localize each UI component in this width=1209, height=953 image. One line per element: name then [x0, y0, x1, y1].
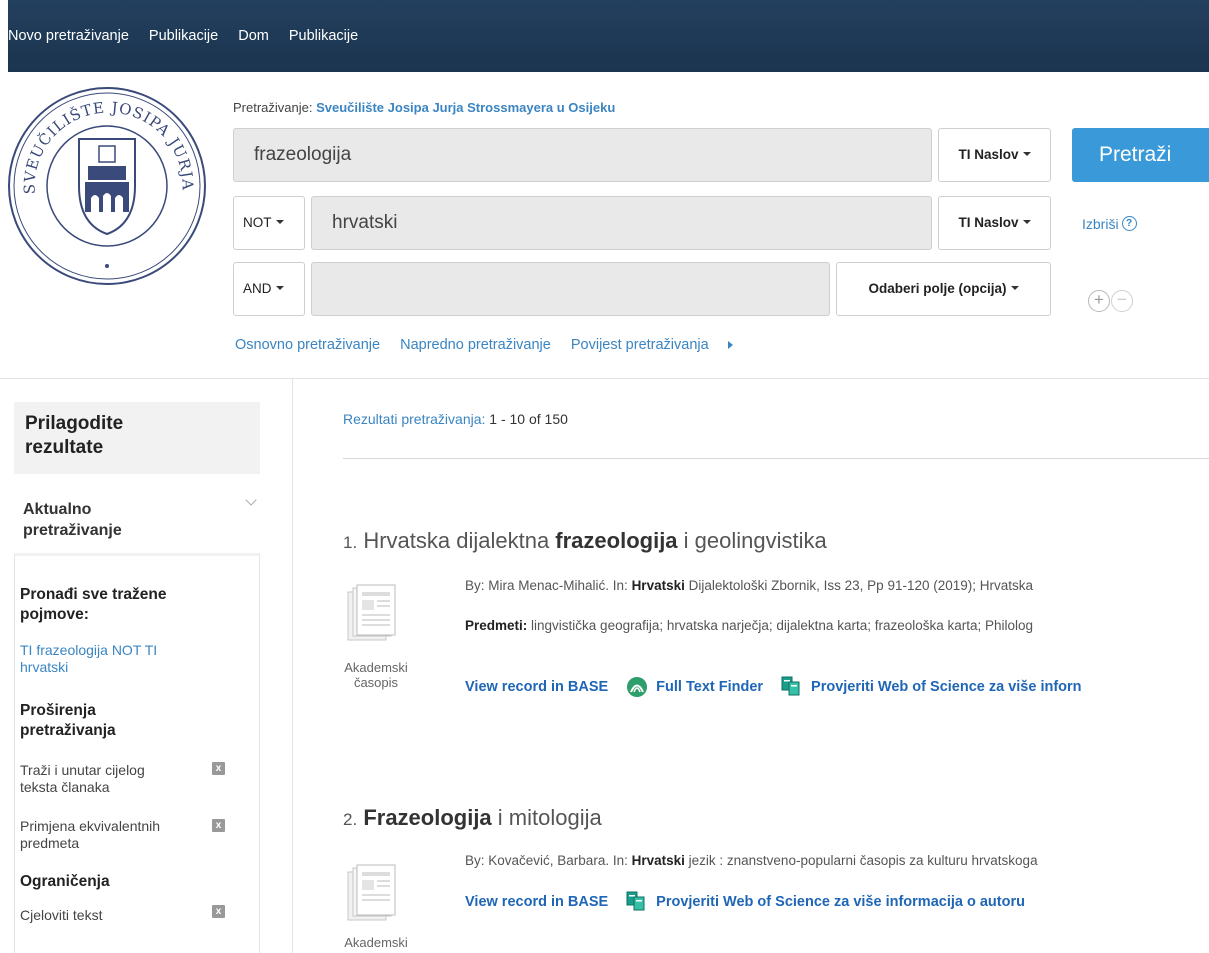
field-select-2[interactable]: TI Naslov — [938, 196, 1051, 250]
limiters-heading: Ograničenja — [20, 873, 110, 890]
top-navigation: Novo pretraživanje Publikacije Dom Publi… — [8, 0, 1209, 72]
chevron-down-icon — [275, 286, 284, 291]
search-source[interactable]: Sveučilište Josipa Jurja Strossmayera u … — [316, 100, 615, 115]
search-history-link[interactable]: Povijest pretraživanja — [571, 337, 749, 353]
search-input-3[interactable] — [311, 262, 830, 316]
remove-row-icon[interactable]: − — [1111, 290, 1133, 312]
divider — [0, 378, 1209, 379]
search-button[interactable]: Pretraži — [1072, 128, 1209, 182]
chevron-down-icon — [1022, 152, 1031, 157]
result-subjects-1: Predmeti: lingvistička geografija; hrvat… — [465, 618, 1034, 633]
field-select-3[interactable]: Odaberi polje (opcija) — [836, 262, 1051, 316]
search-source-label: Pretraživanje: Sveučilište Josipa Jurja … — [233, 100, 616, 115]
limiter-full-text: Cjeloviti tekst — [20, 907, 103, 923]
nav-publications-2[interactable]: Publikacije — [289, 28, 358, 44]
refine-results-heading: Prilagodite rezultate — [14, 402, 260, 474]
remove-limiter-icon[interactable]: x — [212, 905, 225, 918]
sidebar-divider — [292, 378, 293, 953]
result-title-1[interactable]: 1. Hrvatska dijalektna frazeologija i ge… — [343, 528, 827, 554]
chevron-down-icon — [1022, 220, 1031, 225]
search-mode-links: Osnovno pretraživanje Napredno pretraživ… — [235, 337, 765, 353]
row-controls: + − — [1088, 290, 1134, 312]
web-of-science-icon — [781, 676, 800, 696]
remove-expander-1-icon[interactable]: x — [212, 762, 225, 775]
chevron-down-icon — [1010, 286, 1019, 291]
clear-search-link[interactable]: Izbriši? — [1082, 216, 1137, 232]
nav-home[interactable]: Dom — [238, 28, 269, 44]
expander-equivalent-subjects: Primjena ekvivalentnih predmeta — [20, 818, 161, 851]
nav-new-search[interactable]: Novo pretraživanje — [8, 28, 129, 44]
advanced-search-link[interactable]: Napredno pretraživanje — [400, 337, 551, 353]
chevron-down-icon[interactable] — [245, 494, 257, 506]
chevron-down-icon — [275, 220, 284, 225]
expander-full-text: Traži i unutar cijelog teksta članaka — [20, 762, 145, 795]
find-all-terms-heading: Pronađi sve tražene pojmove: — [20, 586, 167, 623]
result-links-2: View record in BASE Provjeriti Web of Sc… — [465, 891, 1043, 913]
help-icon[interactable]: ? — [1121, 216, 1137, 231]
university-seal-logo: SVEUČILIŠTE JOSIPA JURJA STROSSMAYERA U … — [5, 84, 206, 285]
academic-journal-icon[interactable] — [346, 864, 396, 924]
result-byline-1: By: Mira Menac-Mihalić. In: Hrvatski Dij… — [465, 578, 1034, 593]
field-select-1[interactable]: TI Naslov — [938, 128, 1051, 182]
current-search-heading[interactable]: Aktualno pretraživanje — [23, 499, 122, 541]
result-links-1: View record in BASE Full Text Finder Pro… — [465, 676, 1100, 698]
nav-publications[interactable]: Publikacije — [149, 28, 218, 44]
publication-type-2: Akademski — [344, 935, 408, 950]
result-byline-2: By: Kovačević, Barbara. In: Hrvatski jez… — [465, 853, 1038, 868]
search-input-1[interactable]: frazeologija — [233, 128, 932, 182]
search-input-2[interactable]: hrvatski — [311, 196, 932, 250]
boolean-select-3[interactable]: AND — [233, 262, 305, 316]
publication-type-1: Akademski časopis — [344, 660, 408, 690]
expanders-heading: Proširenja pretraživanja — [20, 702, 116, 739]
web-of-science-link[interactable]: Provjeriti Web of Science za više inforn — [781, 676, 1082, 698]
view-record-base-link[interactable]: View record in BASE — [465, 679, 608, 695]
full-text-finder-icon — [627, 677, 648, 697]
results-count: Rezultati pretraživanja: 1 - 10 of 150 — [343, 411, 568, 427]
results-divider — [343, 458, 1209, 459]
basic-search-link[interactable]: Osnovno pretraživanje — [235, 337, 380, 353]
web-of-science-link[interactable]: Provjeriti Web of Science za više inform… — [626, 891, 1025, 913]
full-text-finder-link[interactable]: Full Text Finder — [626, 676, 763, 698]
boolean-select-2[interactable]: NOT — [233, 196, 305, 250]
remove-expander-2-icon[interactable]: x — [212, 819, 225, 832]
add-row-icon[interactable]: + — [1088, 290, 1110, 312]
web-of-science-icon — [626, 891, 645, 911]
current-query-link[interactable]: TI frazeologija NOT TI hrvatski — [20, 642, 157, 676]
svg-text:SVEUČILIŠTE JOSIPA JURJA STROS: SVEUČILIŠTE JOSIPA JURJA STROSSMAYERA U … — [5, 84, 197, 198]
result-title-2[interactable]: 2. Frazeologija i mitologija — [343, 805, 602, 831]
academic-journal-icon[interactable] — [346, 584, 396, 644]
triangle-right-icon — [727, 341, 733, 350]
view-record-base-link[interactable]: View record in BASE — [465, 894, 608, 910]
